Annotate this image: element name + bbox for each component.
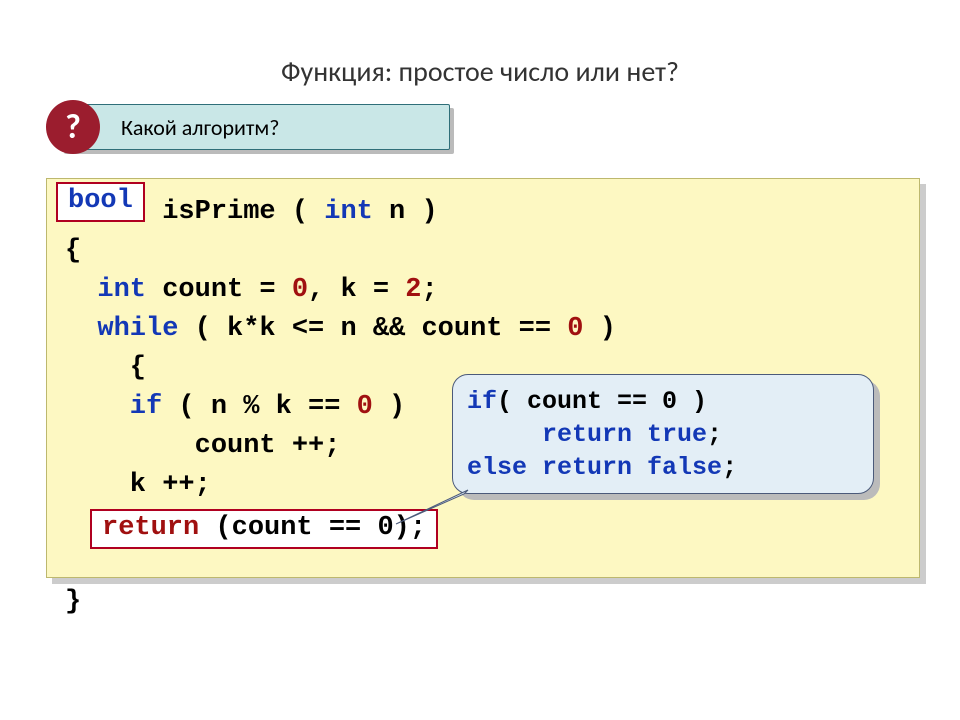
- code-l6-body: ( n % k ==: [162, 392, 356, 422]
- code-l3-r1: count =: [146, 275, 292, 305]
- code-l6-end: ): [373, 392, 405, 422]
- callout-box: if( count == 0 ) return true; else retur…: [452, 374, 874, 494]
- code-l3-int: int: [65, 275, 146, 305]
- question-bar-face: Какой алгоритм?: [60, 104, 450, 150]
- return-kw: return: [102, 513, 199, 543]
- code-l2: {: [65, 236, 81, 266]
- code-l3-two: 2: [405, 275, 421, 305]
- question-mark-badge: ?: [46, 100, 100, 154]
- code-l4-body: ( k*k <= n && count ==: [178, 314, 567, 344]
- code-l1-p1: (: [276, 197, 325, 227]
- return-box: return (count == 0);: [90, 509, 438, 549]
- code-l6-zero: 0: [357, 392, 373, 422]
- callout-l2-true: true: [632, 420, 707, 449]
- callout-l3-false: false: [632, 453, 722, 482]
- question-text: Какой алгоритм?: [121, 114, 279, 141]
- code-l10: [65, 548, 81, 578]
- code-l3-zero: 0: [292, 275, 308, 305]
- callout-l1-if: if: [467, 387, 497, 416]
- slide-title: Функция: простое число или нет?: [0, 54, 960, 89]
- code-l1-int: int: [324, 197, 373, 227]
- code-l3-semi: ;: [421, 275, 437, 305]
- callout-l1-rest: ( count == 0 ): [497, 387, 707, 416]
- code-l1-n: n ): [373, 197, 438, 227]
- code-l4-zero: 0: [567, 314, 583, 344]
- code-l11: }: [65, 587, 81, 617]
- callout-l3-else: else: [467, 453, 527, 482]
- callout-l2-semi: ;: [707, 420, 722, 449]
- callout-l2-ret: return: [467, 420, 632, 449]
- code-l7: count ++;: [65, 431, 340, 461]
- callout-l3-semi: ;: [722, 453, 737, 482]
- code-l4-while: while: [65, 314, 178, 344]
- code-l3-r2: , k =: [308, 275, 405, 305]
- bool-badge: bool: [56, 182, 145, 222]
- callout-l3-ret: return: [527, 453, 632, 482]
- callout-face: if( count == 0 ) return true; else retur…: [452, 374, 874, 494]
- code-l6-if: if: [65, 392, 162, 422]
- code-l4-end: ): [584, 314, 616, 344]
- code-l1-fn: isPrime: [162, 197, 275, 227]
- code-l8: k ++;: [65, 470, 211, 500]
- question-bar: Какой алгоритм? ?: [60, 104, 450, 150]
- code-l5: {: [65, 353, 146, 383]
- return-rest: (count == 0);: [199, 513, 426, 543]
